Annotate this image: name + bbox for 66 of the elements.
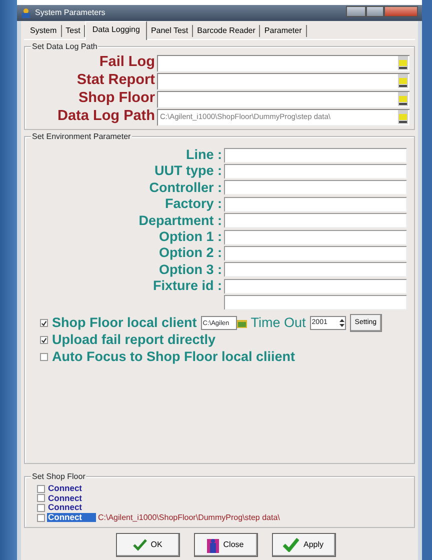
app-icon: [21, 8, 31, 18]
field-label: Controller :: [148, 178, 222, 197]
field-label: Fail Log: [98, 53, 155, 72]
checkbox-label: Shop Floor local client: [52, 314, 197, 332]
text-field[interactable]: [224, 246, 407, 262]
tab[interactable]: Panel Test: [146, 25, 194, 37]
text-field[interactable]: [224, 278, 407, 294]
field-label: Line :: [185, 146, 222, 164]
minimize-button[interactable]: [346, 6, 366, 16]
field-label: Stat Report: [76, 71, 155, 90]
dialog-button[interactable]: Close: [194, 533, 258, 557]
field-label: Department :: [138, 212, 222, 230]
window-title: System Parameters: [35, 7, 106, 19]
list-item[interactable]: Connect: [47, 484, 83, 494]
checkbox-label: Upload fail report directly: [52, 331, 216, 350]
checkbox[interactable]: [40, 319, 48, 328]
text-field[interactable]: [224, 164, 407, 180]
list-item[interactable]: Connect: [47, 513, 96, 522]
path-field[interactable]: [157, 90, 410, 108]
field-label: Fixture id :: [152, 277, 222, 296]
folder-button[interactable]: [398, 56, 408, 70]
checkbox[interactable]: [40, 336, 48, 344]
field-label: Shop Floor: [77, 89, 155, 108]
field-label: Option 1 :: [158, 228, 222, 246]
folder-button[interactable]: [398, 110, 408, 124]
checkbox-label: Auto Focus to Shop Floor local cliient: [52, 348, 295, 366]
field-label: Factory :: [164, 195, 222, 214]
field-label: Option 3 :: [158, 260, 222, 279]
field-label: Data Log Path: [56, 107, 155, 126]
check-icon: [283, 538, 300, 552]
text-field[interactable]: [224, 148, 407, 163]
spin-arrows-icon[interactable]: [338, 318, 345, 328]
text-field[interactable]: [224, 262, 407, 278]
list-item[interactable]: Connect: [47, 494, 83, 503]
checkbox[interactable]: [37, 514, 45, 522]
field-label: UUT type :: [154, 162, 222, 180]
group-title: Set Shop Floor: [31, 471, 86, 483]
field-label: Time Out: [250, 314, 306, 332]
checkbox[interactable]: [37, 484, 45, 493]
text-field[interactable]: [224, 196, 407, 212]
path-field[interactable]: [157, 54, 410, 72]
folder-button[interactable]: [398, 92, 408, 106]
folder-icon[interactable]: [236, 318, 247, 328]
list-item[interactable]: Connect: [47, 503, 83, 512]
group-title: Set Data Log Path: [31, 41, 98, 53]
field-label: Option 2 :: [158, 244, 222, 262]
folder-button[interactable]: [398, 74, 408, 88]
text-field[interactable]: [224, 180, 407, 196]
maximize-button[interactable]: [366, 6, 384, 16]
path-field[interactable]: [157, 72, 410, 90]
figure-icon: [207, 537, 220, 553]
tab[interactable]: Barcode Reader: [193, 25, 260, 37]
tab[interactable]: System: [26, 25, 62, 37]
tab[interactable]: Parameter: [260, 25, 307, 37]
text-field[interactable]: [224, 213, 407, 228]
dialog-button[interactable]: Apply: [272, 533, 336, 557]
tab[interactable]: Data Logging: [85, 21, 147, 40]
close-button[interactable]: [384, 6, 418, 16]
check-icon: [132, 539, 147, 551]
dialog-button[interactable]: OK: [116, 533, 180, 557]
checkbox[interactable]: [37, 494, 45, 502]
text-field[interactable]: [224, 295, 407, 310]
checkbox[interactable]: [40, 353, 48, 362]
text-field[interactable]: [224, 230, 407, 245]
path-text: C:\Agilent_i1000\ShopFloor\DummyProg\step data\: [98, 512, 280, 524]
checkbox[interactable]: [37, 504, 45, 512]
